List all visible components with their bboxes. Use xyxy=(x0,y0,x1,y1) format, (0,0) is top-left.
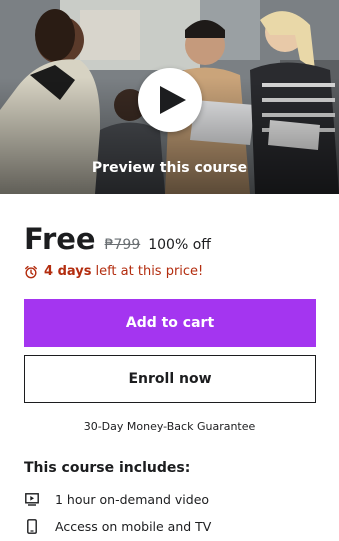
include-item-video: 1 hour on-demand video xyxy=(24,491,209,507)
video-icon xyxy=(24,491,40,507)
discount-percentage: 100% off xyxy=(148,237,211,253)
price-row: Free ₱799 100% off xyxy=(24,222,211,256)
play-button[interactable] xyxy=(138,68,202,132)
includes-title: This course includes: xyxy=(24,460,191,476)
countdown-days: 4 days xyxy=(44,264,92,279)
add-to-cart-button[interactable]: Add to cart xyxy=(24,299,316,347)
current-price: Free xyxy=(24,222,96,256)
money-back-guarantee: 30-Day Money-Back Guarantee xyxy=(83,420,256,433)
course-preview[interactable]: Preview this course xyxy=(0,0,339,194)
include-item-mobile: Access on mobile and TV xyxy=(24,518,211,534)
play-icon xyxy=(159,86,186,114)
original-price: ₱799 xyxy=(104,237,141,253)
include-item-label: 1 hour on-demand video xyxy=(55,491,210,507)
mobile-icon xyxy=(24,518,40,534)
enroll-now-button[interactable]: Enroll now xyxy=(24,355,316,403)
include-item-label: Access on mobile and TV xyxy=(55,518,212,534)
preview-label: Preview this course xyxy=(91,160,248,176)
alarm-clock-icon xyxy=(25,265,37,278)
price-countdown: 4 days left at this price! xyxy=(24,264,203,279)
countdown-text: left at this price! xyxy=(95,264,204,279)
